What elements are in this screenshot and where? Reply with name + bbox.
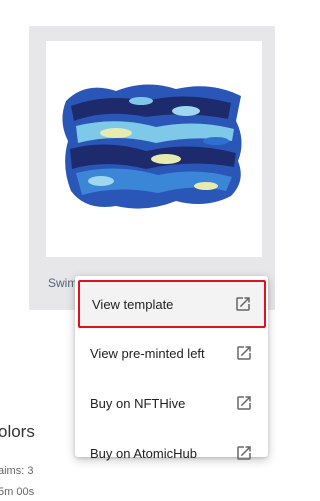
duration-text: 5m 00s — [0, 486, 35, 498]
card-title[interactable]: Swim — [48, 276, 77, 290]
external-link-icon — [237, 346, 251, 360]
fish-artwork-icon — [62, 84, 242, 209]
nft-card[interactable]: Swim — [29, 26, 275, 310]
nft-image[interactable] — [46, 41, 262, 257]
menu-item-label: Buy on NFTHive — [90, 395, 186, 411]
menu-item-label: Buy on AtomicHub — [90, 445, 197, 461]
menu-item-label: View pre-minted left — [90, 345, 205, 361]
context-menu: View template View pre-minted left Buy o… — [75, 276, 268, 461]
menu-item-view-template[interactable]: View template — [78, 280, 266, 328]
external-link-icon — [236, 297, 250, 311]
menu-item-label: View template — [92, 296, 174, 312]
menu-item-buy-nfthive[interactable]: Buy on NFTHive — [75, 381, 268, 425]
claims-text: aims: 3 — [0, 465, 34, 477]
external-link-icon — [237, 396, 251, 410]
section-title: olors — [0, 422, 35, 441]
menu-item-buy-atomichub[interactable]: Buy on AtomicHub — [75, 431, 268, 475]
menu-item-view-pre-minted[interactable]: View pre-minted left — [75, 331, 268, 375]
external-link-icon — [237, 446, 251, 460]
